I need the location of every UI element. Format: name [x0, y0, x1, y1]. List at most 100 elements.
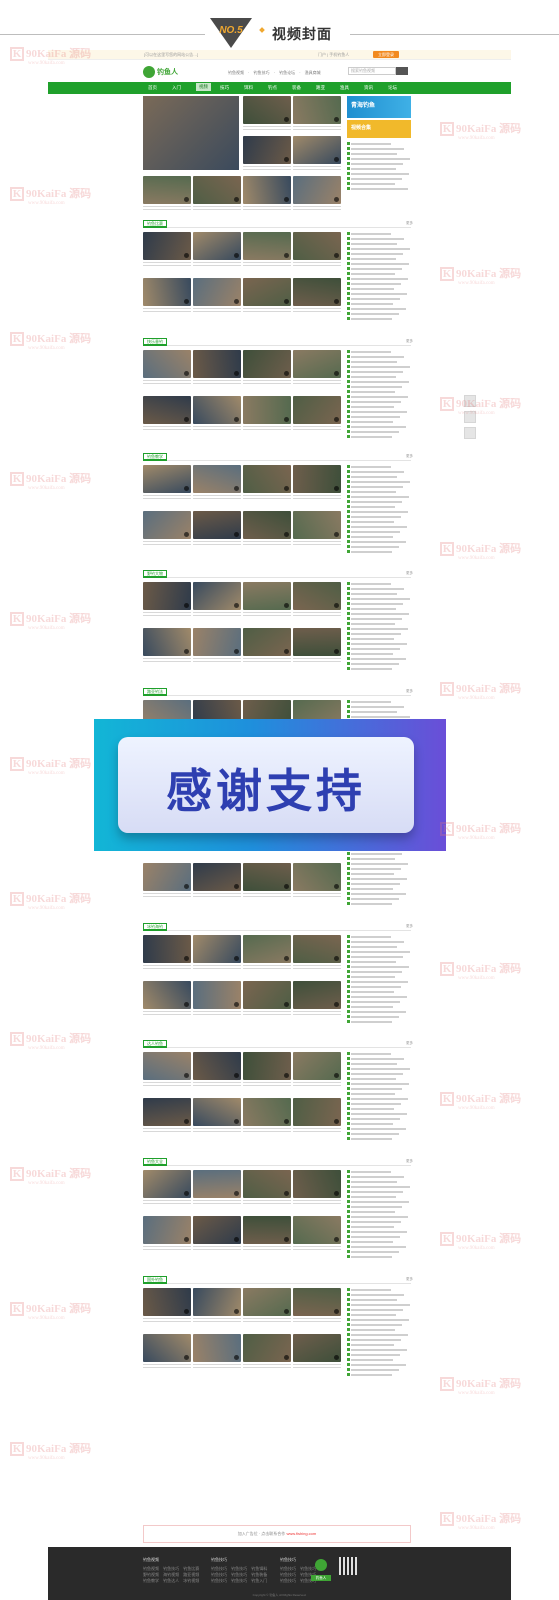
video-caption[interactable] — [193, 1318, 241, 1324]
video-thumbnail[interactable] — [243, 1216, 291, 1244]
video-caption[interactable] — [243, 1128, 291, 1134]
video-caption[interactable] — [243, 612, 291, 618]
section-title[interactable]: 路亚钓法 — [143, 688, 167, 696]
video-caption[interactable] — [293, 965, 341, 971]
video-caption[interactable] — [243, 893, 291, 899]
video-thumbnail[interactable] — [243, 582, 291, 610]
video-thumbnail[interactable] — [243, 176, 291, 204]
video-thumbnail[interactable] — [293, 1334, 341, 1362]
section-title[interactable]: 钓鱼教学 — [143, 453, 167, 461]
nav-item[interactable]: 技巧 — [220, 85, 229, 91]
search-button[interactable] — [396, 67, 408, 75]
video-thumbnail[interactable] — [293, 863, 341, 891]
video-thumbnail[interactable] — [143, 396, 191, 424]
video-thumbnail[interactable] — [193, 278, 241, 306]
video-caption[interactable] — [243, 1082, 291, 1088]
site-logo[interactable]: 钓鱼人 — [143, 64, 181, 80]
video-caption[interactable] — [193, 612, 241, 618]
video-thumbnail[interactable] — [293, 1098, 341, 1126]
video-caption[interactable] — [293, 426, 341, 432]
more-link[interactable]: 更多 — [406, 1041, 413, 1046]
video-caption[interactable] — [243, 1318, 291, 1324]
video-thumbnail[interactable] — [193, 465, 241, 493]
video-caption[interactable] — [243, 1011, 291, 1017]
more-link[interactable]: 更多 — [406, 1159, 413, 1164]
video-thumbnail[interactable] — [193, 232, 241, 260]
video-thumbnail[interactable] — [143, 628, 191, 656]
video-thumbnail[interactable] — [243, 278, 291, 306]
header-links[interactable]: 钓鱼视频 · 钓鱼技巧 · 钓鱼论坛 · 渔具商城 — [228, 70, 321, 76]
video-caption[interactable] — [143, 658, 191, 664]
video-thumbnail[interactable] — [143, 232, 191, 260]
section-title[interactable]: 达人钓鱼 — [143, 1040, 167, 1048]
list-item[interactable] — [347, 317, 411, 322]
video-caption[interactable] — [143, 206, 191, 212]
video-thumbnail[interactable] — [293, 396, 341, 424]
video-thumbnail[interactable] — [243, 465, 291, 493]
video-caption[interactable] — [193, 1128, 241, 1134]
video-caption[interactable] — [143, 1364, 191, 1370]
video-caption[interactable] — [293, 495, 341, 501]
video-caption[interactable] — [293, 1246, 341, 1252]
video-caption[interactable] — [243, 965, 291, 971]
list-item[interactable] — [347, 187, 411, 192]
video-caption[interactable] — [293, 1128, 341, 1134]
nav-item[interactable]: 钓点 — [268, 85, 277, 91]
video-caption[interactable] — [193, 495, 241, 501]
video-caption[interactable] — [293, 1364, 341, 1370]
video-thumbnail[interactable] — [143, 582, 191, 610]
video-caption[interactable] — [243, 380, 291, 386]
video-caption[interactable] — [193, 893, 241, 899]
more-link[interactable]: 更多 — [406, 454, 413, 459]
video-caption[interactable] — [293, 541, 341, 547]
video-caption[interactable] — [243, 541, 291, 547]
video-caption[interactable] — [293, 380, 341, 386]
video-thumbnail[interactable] — [143, 1098, 191, 1126]
video-thumbnail[interactable] — [243, 1052, 291, 1080]
promo-banner[interactable]: 视频合集 — [347, 120, 411, 138]
video-caption[interactable] — [293, 612, 341, 618]
video-thumbnail[interactable] — [243, 1334, 291, 1362]
footer-link-row[interactable]: 钓鱼技巧 钓鱼技巧 钓鱼入门 — [211, 1578, 267, 1584]
video-thumbnail[interactable] — [243, 350, 291, 378]
video-caption[interactable] — [143, 308, 191, 314]
section-title[interactable]: 冰钓海钓 — [143, 923, 167, 931]
video-thumbnail[interactable] — [193, 350, 241, 378]
video-caption[interactable] — [193, 1246, 241, 1252]
list-item[interactable] — [347, 1373, 411, 1378]
video-thumbnail[interactable] — [293, 582, 341, 610]
video-caption[interactable] — [193, 1011, 241, 1017]
nav-item[interactable]: 路亚 — [316, 85, 325, 91]
video-thumbnail[interactable] — [243, 232, 291, 260]
video-caption[interactable] — [143, 1200, 191, 1206]
video-caption[interactable] — [293, 1011, 341, 1017]
video-thumbnail[interactable] — [143, 511, 191, 539]
video-thumbnail[interactable] — [293, 1052, 341, 1080]
video-caption[interactable] — [143, 426, 191, 432]
video-thumbnail[interactable] — [243, 96, 291, 124]
promo-banner[interactable]: 青海钓鱼 — [347, 96, 411, 118]
video-thumbnail[interactable] — [143, 350, 191, 378]
video-thumbnail[interactable] — [293, 278, 341, 306]
section-title[interactable]: 钓鱼大全 — [143, 1158, 167, 1166]
video-caption[interactable] — [293, 262, 341, 268]
video-thumbnail[interactable] — [243, 863, 291, 891]
video-caption[interactable] — [193, 1364, 241, 1370]
video-thumbnail[interactable] — [293, 1170, 341, 1198]
video-caption[interactable] — [243, 495, 291, 501]
video-thumbnail[interactable] — [143, 1288, 191, 1316]
video-caption[interactable] — [193, 308, 241, 314]
video-caption[interactable] — [193, 380, 241, 386]
section-title[interactable]: 野钓大物 — [143, 570, 167, 578]
video-thumbnail[interactable] — [293, 1216, 341, 1244]
video-thumbnail[interactable] — [193, 1288, 241, 1316]
video-thumbnail[interactable] — [243, 396, 291, 424]
featured-video[interactable] — [143, 96, 239, 170]
video-caption[interactable] — [293, 658, 341, 664]
video-caption[interactable] — [243, 1246, 291, 1252]
video-caption[interactable] — [193, 658, 241, 664]
video-thumbnail[interactable] — [193, 176, 241, 204]
video-thumbnail[interactable] — [243, 935, 291, 963]
video-thumbnail[interactable] — [193, 1052, 241, 1080]
video-caption[interactable] — [293, 1200, 341, 1206]
